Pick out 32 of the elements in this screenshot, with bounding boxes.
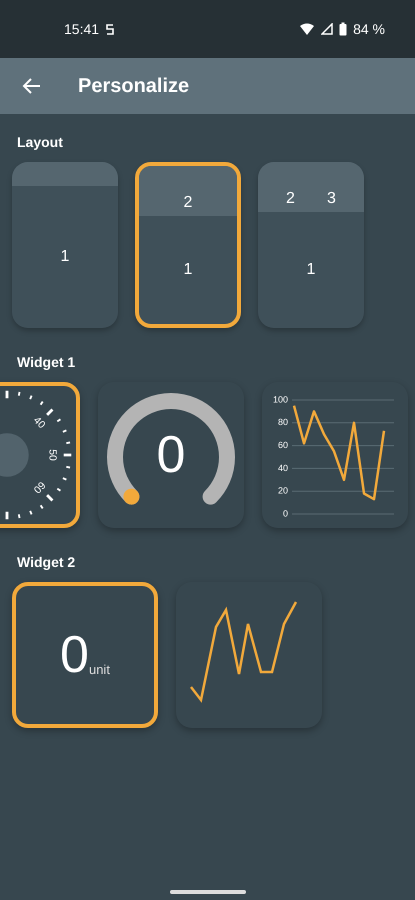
notification-icon [105,22,116,36]
section-title: Layout [16,133,64,152]
layout-option[interactable]: 1 [12,162,118,328]
slot-number: 2 [184,194,192,212]
slot-number: 1 [60,248,70,266]
unit-label: unit [88,662,110,677]
axis-tick-label: 20 [278,486,288,496]
slot-number: 3 [327,190,336,208]
wifi-icon [299,22,316,36]
back-arrow-icon [22,76,42,96]
gauge-widget[interactable]: 0 [98,382,244,528]
slot-number: 2 [286,190,295,208]
slot-number: 1 [306,261,316,279]
section-title: Widget 2 [16,553,76,572]
battery-icon [339,22,348,36]
gauge-value: 0 [156,425,186,485]
status-time: 15:41 [64,21,100,37]
section-title: Widget 1 [16,353,76,372]
layout-option[interactable]: 2 1 [135,162,241,328]
layout-option[interactable]: 2 3 1 [258,162,364,328]
number-widget[interactable]: 0unit [12,582,158,728]
widget-value: 0 [60,625,89,685]
axis-tick-label: 0 [282,508,288,518]
battery-percentage: 84 % [353,21,385,37]
chart-widget[interactable]: 0 20 40 60 80 100 [262,382,408,528]
page-title: Personalize [78,74,190,98]
axis-tick-label: 100 [272,394,288,404]
slot-number: 1 [184,261,192,279]
axis-tick-label: 40 [278,462,288,473]
signal-icon [321,23,334,35]
axis-tick-label: 60 [278,440,288,450]
axis-tick-label: 80 [278,417,288,428]
